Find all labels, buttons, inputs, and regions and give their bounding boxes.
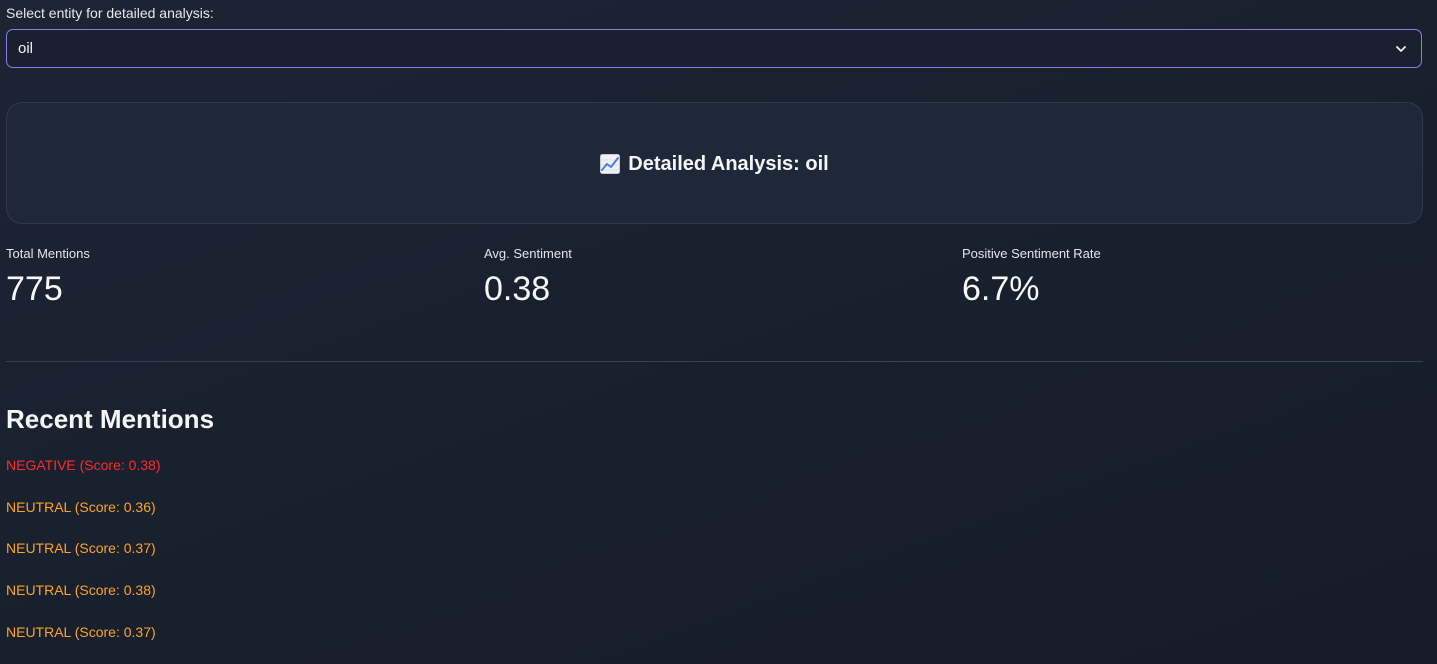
chart-increasing-icon — [600, 154, 621, 174]
chevron-down-icon[interactable] — [1394, 42, 1408, 56]
entity-select[interactable]: oil — [6, 29, 1422, 68]
mention-item: NEUTRAL (Score: 0.37) — [6, 540, 156, 557]
metric-value: 6.7% — [962, 270, 1040, 308]
detailed-analysis-card: Detailed Analysis: oil — [6, 102, 1423, 224]
metric-label: Avg. Sentiment — [484, 246, 572, 261]
mention-item: NEUTRAL (Score: 0.38) — [6, 582, 156, 599]
metric-label: Total Mentions — [6, 246, 90, 261]
metric-positive-sentiment-rate: Positive Sentiment Rate 6.7% — [962, 246, 1101, 309]
detailed-analysis-title: Detailed Analysis: oil — [628, 152, 829, 175]
mention-item: NEUTRAL (Score: 0.37) — [6, 623, 156, 640]
section-divider — [6, 361, 1423, 362]
metric-value: 775 — [6, 270, 63, 308]
entity-select-value: oil — [18, 40, 34, 57]
mention-item: NEGATIVE (Score: 0.38) — [6, 457, 161, 473]
entity-select-label: Select entity for detailed analysis: — [6, 5, 214, 21]
metric-label: Positive Sentiment Rate — [962, 246, 1101, 261]
metric-total-mentions: Total Mentions 775 — [6, 246, 90, 309]
recent-mentions-list: NEGATIVE (Score: 0.38) NEUTRAL (Score: 0… — [6, 456, 161, 664]
metric-value: 0.38 — [484, 270, 551, 308]
recent-mentions-title: Recent Mentions — [6, 404, 215, 434]
detailed-analysis-heading: Detailed Analysis: oil — [600, 152, 829, 176]
metric-avg-sentiment: Avg. Sentiment 0.38 — [484, 246, 572, 309]
mention-item: NEUTRAL (Score: 0.36) — [6, 498, 156, 515]
